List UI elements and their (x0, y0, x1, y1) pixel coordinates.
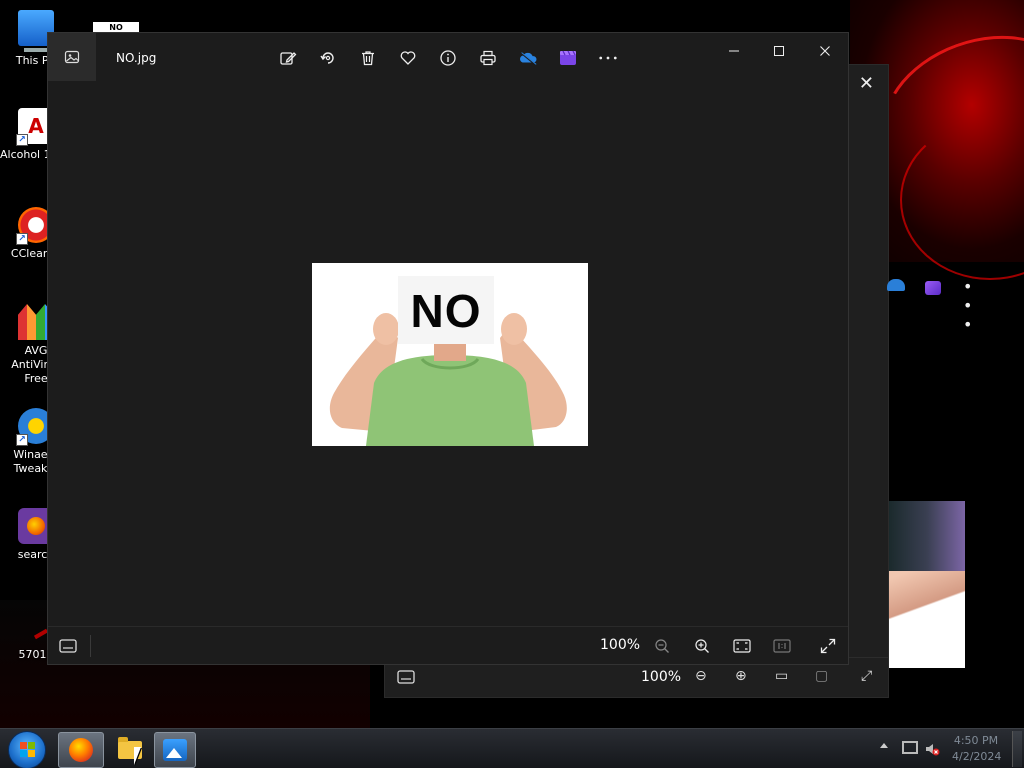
filmstrip-icon[interactable] (397, 670, 415, 684)
tray-overflow-icon[interactable] (880, 743, 888, 748)
photos-app-icon[interactable] (48, 33, 96, 81)
title-bar[interactable]: NO.jpg (48, 33, 848, 83)
fit-to-window-icon[interactable]: ▭ (775, 668, 788, 684)
taskbar-clock[interactable]: 4:50 PM 4/2/2024 (952, 733, 1002, 765)
print-icon[interactable] (478, 48, 498, 68)
taskbar-firefox[interactable] (58, 732, 104, 768)
zoom-level: 100% (600, 637, 641, 653)
volume-muted-icon[interactable] (924, 741, 940, 756)
mouse-cursor (134, 747, 141, 765)
clipchamp-icon[interactable] (925, 281, 941, 295)
start-button[interactable] (8, 731, 46, 768)
filmstrip-icon[interactable] (58, 636, 78, 656)
zoom-out-icon[interactable]: ⊖ (695, 668, 707, 684)
edit-icon[interactable] (278, 48, 298, 68)
rotate-icon[interactable] (318, 48, 338, 68)
zoom-in-icon[interactable] (692, 636, 712, 656)
fullscreen-icon[interactable]: ⤢ (861, 668, 872, 684)
fullscreen-icon[interactable] (818, 636, 838, 656)
zoom-out-icon[interactable] (652, 636, 672, 656)
delete-icon[interactable] (358, 48, 378, 68)
clock-date: 4/2/2024 (952, 750, 1002, 763)
close-button[interactable] (811, 41, 839, 61)
shortcut-arrow-icon: ↗ (16, 233, 28, 245)
status-bar: 100% (48, 626, 848, 664)
minimize-button[interactable] (720, 41, 748, 61)
info-icon[interactable] (438, 48, 458, 68)
maximize-button[interactable] (765, 41, 793, 61)
zoom-level: 100% (641, 669, 682, 685)
shortcut-arrow-icon: ↗ (16, 434, 28, 446)
taskbar-photos[interactable] (154, 732, 196, 768)
divider (90, 635, 91, 657)
more-icon[interactable]: • • • (963, 277, 973, 334)
close-icon[interactable]: ✕ (859, 73, 874, 94)
displayed-photo: NO (312, 263, 588, 446)
file-name: NO.jpg (116, 51, 157, 65)
photos-icon (163, 739, 187, 761)
zoom-in-icon[interactable]: ⊕ (735, 668, 747, 684)
sign-text: NO (410, 285, 482, 337)
more-icon[interactable] (598, 48, 618, 68)
shortcut-arrow-icon: ↗ (16, 134, 28, 146)
onedrive-icon[interactable] (518, 48, 538, 68)
photos-window[interactable]: NO.jpg NO 100% (47, 32, 849, 665)
fit-to-window-icon[interactable] (732, 636, 752, 656)
background-photo-preview (889, 501, 965, 668)
firefox-icon (69, 738, 93, 762)
taskbar-file-explorer[interactable] (107, 732, 153, 768)
show-desktop-button[interactable] (1012, 731, 1022, 767)
actual-size-icon[interactable] (772, 636, 792, 656)
actual-size-icon[interactable]: ▢ (815, 668, 828, 684)
clock-time: 4:50 PM (953, 734, 999, 747)
windows-logo-icon (20, 742, 36, 758)
taskbar: 4:50 PM 4/2/2024 (0, 728, 1024, 768)
onedrive-icon[interactable] (887, 279, 905, 291)
no-sign: NO (398, 276, 494, 344)
clipchamp-icon[interactable] (558, 48, 578, 68)
network-icon[interactable] (902, 741, 918, 754)
heart-icon[interactable] (398, 48, 418, 68)
image-canvas[interactable]: NO (48, 83, 848, 627)
